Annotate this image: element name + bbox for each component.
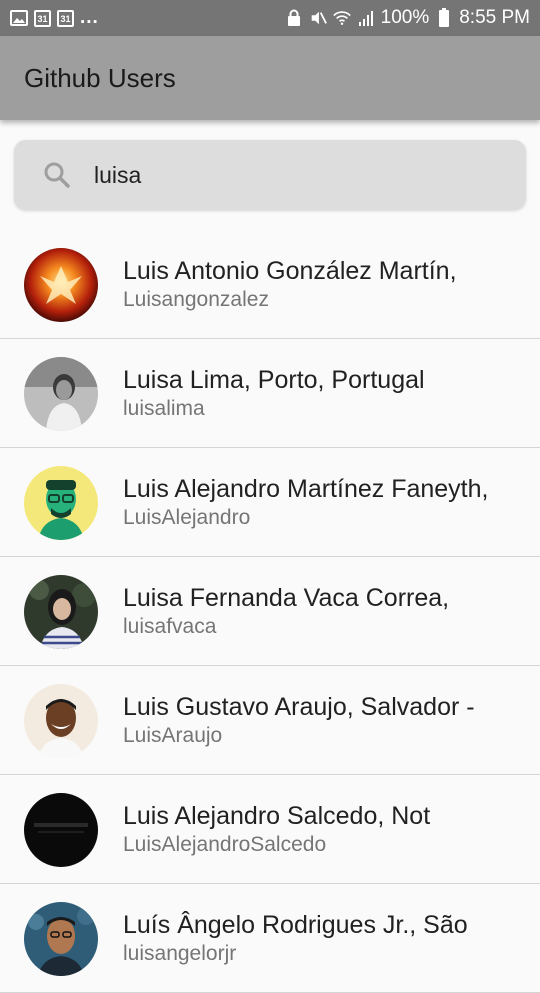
status-left: 31 31 ... (10, 7, 99, 29)
list-item[interactable]: Luis Antonio González Martín, Luisangonz… (0, 230, 540, 339)
mute-icon (309, 9, 327, 27)
search-box[interactable] (14, 140, 526, 210)
user-login: luisangelorjr (123, 942, 237, 965)
user-text: Luisa Lima, Porto, Portugal luisalima (123, 365, 533, 423)
user-login: luisalima (123, 397, 205, 420)
user-list: Luis Antonio González Martín, Luisangonz… (0, 230, 540, 993)
search-icon (42, 160, 72, 190)
status-right: 100% 8:55 PM (285, 7, 530, 29)
user-text: Luis Alejandro Martínez Faneyth, LuisAle… (123, 474, 533, 532)
user-name: Luisa Fernanda Vaca Correa, (123, 584, 450, 612)
calendar-icon: 31 (34, 9, 51, 27)
list-item[interactable]: Luisa Fernanda Vaca Correa, luisafvaca (0, 557, 540, 666)
user-text: Luís Ângelo Rodrigues Jr., São luisangel… (123, 910, 533, 968)
battery-icon (435, 8, 453, 27)
page-title: Github Users (24, 62, 176, 93)
user-text: Luis Gustavo Araujo, Salvador - LuisArau… (123, 692, 533, 750)
wifi-icon (332, 9, 351, 27)
list-item[interactable]: Luis Alejandro Salcedo, Not LuisAlejandr… (0, 775, 540, 884)
battery-percent: 100% (380, 7, 430, 28)
user-name: Luís Ângelo Rodrigues Jr., São (123, 911, 468, 939)
avatar (24, 248, 98, 322)
status-bar: 31 31 ... 100% 8:55 PM (0, 0, 540, 36)
lock-icon (285, 9, 303, 27)
search-input[interactable] (94, 161, 494, 189)
calendar-icon: 31 (57, 9, 74, 27)
avatar (24, 575, 98, 649)
image-icon (10, 9, 28, 27)
avatar (24, 902, 98, 976)
list-item[interactable]: Luis Alejandro Martínez Faneyth, LuisAle… (0, 448, 540, 557)
user-login: LuisAlejandro (123, 506, 251, 529)
user-login: Luisangonzalez (123, 288, 269, 311)
avatar (24, 357, 98, 431)
user-name: Luisa Lima, Porto, Portugal (123, 366, 425, 394)
user-login: LuisAraujo (123, 724, 223, 747)
user-name: Luis Alejandro Salcedo, Not (123, 802, 431, 830)
list-item[interactable]: Luisa Lima, Porto, Portugal luisalima (0, 339, 540, 448)
user-login: luisafvaca (123, 615, 217, 638)
clock: 8:55 PM (459, 7, 530, 28)
user-login: LuisAlejandroSalcedo (123, 833, 327, 856)
avatar (24, 684, 98, 758)
user-name: Luis Antonio González Martín, (123, 257, 457, 285)
list-item[interactable]: Luís Ângelo Rodrigues Jr., São luisangel… (0, 884, 540, 993)
list-item[interactable]: Luis Gustavo Araujo, Salvador - LuisArau… (0, 666, 540, 775)
signal-icon (357, 9, 375, 27)
avatar (24, 466, 98, 540)
more-notifications: ... (80, 7, 99, 28)
user-name: Luis Gustavo Araujo, Salvador - (123, 693, 475, 721)
app-bar: Github Users (0, 36, 540, 120)
user-text: Luisa Fernanda Vaca Correa, luisafvaca (123, 583, 533, 641)
user-name: Luis Alejandro Martínez Faneyth, (123, 475, 489, 503)
avatar (24, 793, 98, 867)
user-text: Luis Antonio González Martín, Luisangonz… (123, 256, 533, 314)
user-text: Luis Alejandro Salcedo, Not LuisAlejandr… (123, 801, 533, 859)
